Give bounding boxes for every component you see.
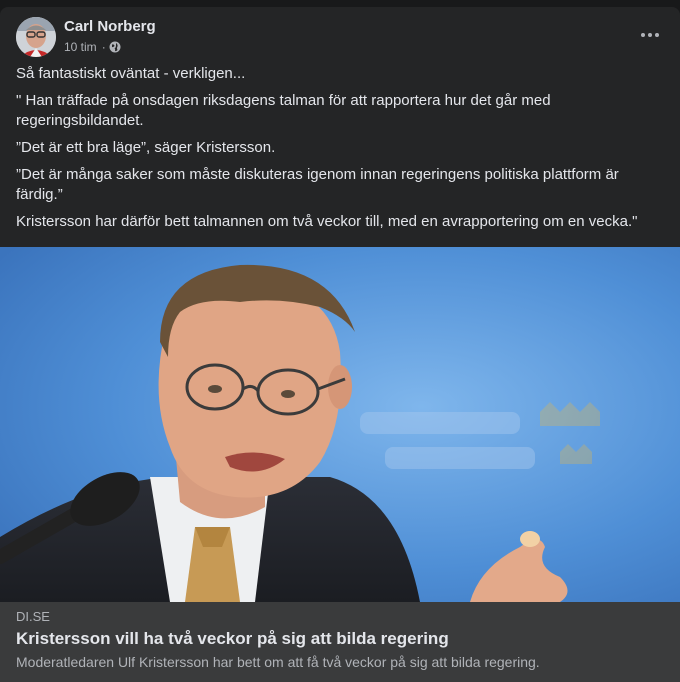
article-photo bbox=[0, 247, 680, 602]
avatar-photo-icon bbox=[16, 17, 56, 57]
link-preview-image[interactable] bbox=[0, 247, 680, 602]
more-options-button[interactable] bbox=[636, 23, 664, 47]
globe-icon bbox=[109, 41, 121, 53]
post-paragraph: ”Det är många saker som måste diskuteras… bbox=[16, 166, 619, 203]
post-meta: 10 tim · bbox=[64, 40, 121, 54]
post-paragraph: Kristersson har därför bett talmannen om… bbox=[16, 213, 638, 230]
link-preview[interactable]: DI.SE Kristersson vill ha två veckor på … bbox=[0, 602, 680, 682]
meta-separator: · bbox=[101, 40, 106, 54]
more-options-dot bbox=[648, 33, 652, 37]
post-paragraph: " Han träffade på onsdagen riksdagens ta… bbox=[16, 92, 551, 129]
post-header: Carl Norberg 10 tim · bbox=[16, 17, 664, 57]
link-description: Moderatledaren Ulf Kristersson har bett … bbox=[16, 654, 540, 670]
post-paragraph: ”Det är ett bra läge”, säger Kristersson… bbox=[16, 139, 276, 156]
post-timestamp[interactable]: 10 tim bbox=[64, 40, 97, 54]
link-title[interactable]: Kristersson vill ha två veckor på sig at… bbox=[16, 628, 449, 650]
post-card: Carl Norberg 10 tim · Så fantastiskt ovä… bbox=[0, 7, 680, 682]
link-domain: DI.SE bbox=[16, 609, 50, 624]
more-options-dot bbox=[655, 33, 659, 37]
author-avatar[interactable] bbox=[16, 17, 56, 57]
post-body: Så fantastiskt oväntat - verkligen... " … bbox=[16, 64, 656, 239]
post-paragraph: Så fantastiskt oväntat - verkligen... bbox=[16, 65, 246, 82]
more-options-dot bbox=[641, 33, 645, 37]
author-name[interactable]: Carl Norberg bbox=[64, 18, 156, 36]
